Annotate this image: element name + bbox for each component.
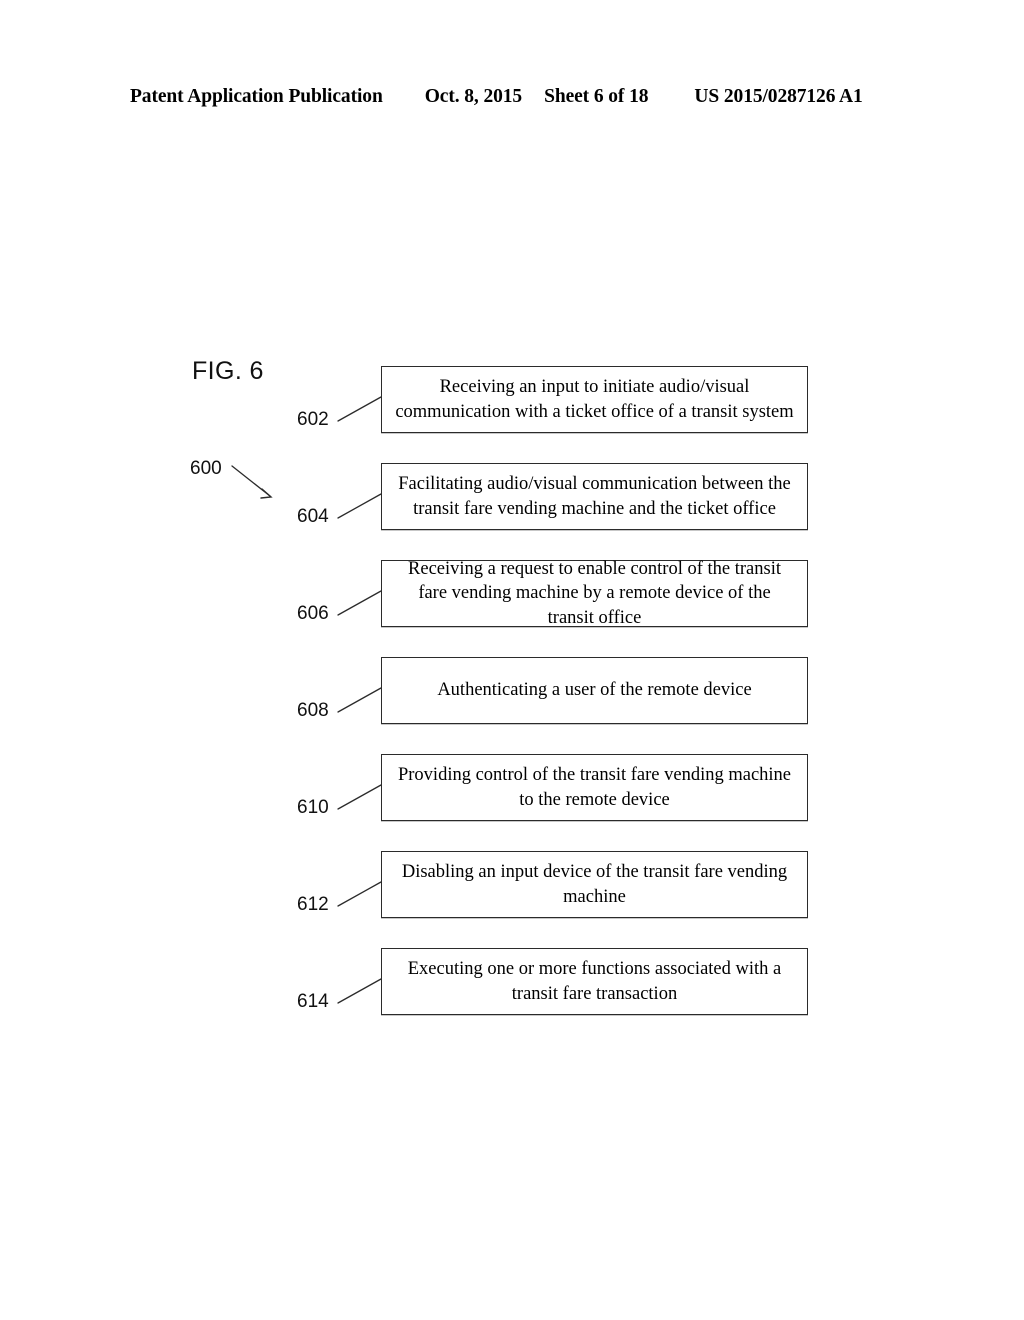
flow-step-text: Executing one or more functions associat… [407, 959, 782, 1004]
flow-step-box: Facilitating audio/visual communication … [381, 463, 808, 530]
step-reference-number: 604 [297, 506, 329, 527]
sheet-indicator: Sheet 6 of 18 [544, 86, 649, 107]
publication-title: Patent Application Publication [130, 86, 383, 107]
step-reference-number: 614 [297, 991, 329, 1012]
flow-step-box: Receiving an input to initiate audio/vis… [381, 366, 808, 433]
flow-step-box: Providing control of the transit fare ve… [381, 754, 808, 821]
patent-page: Patent Application Publication Oct. 8, 2… [0, 0, 1024, 1320]
publication-header: Patent Application Publication Oct. 8, 2… [130, 86, 890, 112]
figure-label: FIG. 6 [192, 357, 264, 385]
flow-step-box: Executing one or more functions associat… [381, 948, 808, 1015]
flow-step-box: Authenticating a user of the remote devi… [381, 657, 808, 724]
flow-step-box: Receiving a request to enable control of… [381, 559, 808, 628]
flow-step-text: Authenticating a user of the remote devi… [437, 680, 752, 701]
publication-number: US 2015/0287126 A1 [694, 86, 863, 107]
step-reference-number: 608 [297, 700, 329, 721]
flowchart-reference-600: 600 [190, 458, 222, 479]
flow-step-text: Receiving a request to enable control of… [408, 559, 781, 628]
step-reference-number: 606 [297, 603, 329, 624]
step-reference-number: 602 [297, 409, 329, 430]
step-reference-number: 612 [297, 894, 329, 915]
flow-step-text: Receiving an input to initiate audio/vis… [395, 377, 794, 422]
flow-step-text: Facilitating audio/visual communication … [398, 474, 791, 519]
flow-step-text: Disabling an input device of the transit… [401, 862, 788, 907]
flow-step-text: Providing control of the transit fare ve… [397, 765, 792, 810]
step-reference-number: 610 [297, 797, 329, 818]
flow-step-box: Disabling an input device of the transit… [381, 851, 808, 918]
publication-date: Oct. 8, 2015 [424, 86, 523, 107]
